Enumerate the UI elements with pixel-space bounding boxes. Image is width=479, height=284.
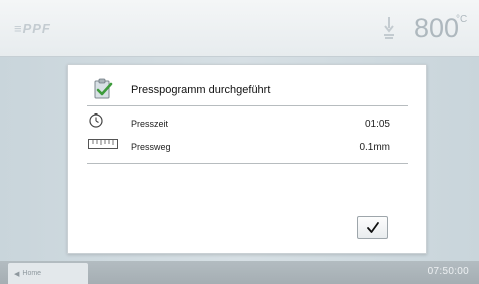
presszeit-value: 01:05 bbox=[364, 119, 390, 130]
checklist-success-icon bbox=[94, 78, 113, 99]
top-bar: ≡PPF 800 °C bbox=[0, 0, 479, 57]
temperature-value: 800 bbox=[414, 13, 460, 43]
temperature-unit: °C bbox=[456, 14, 468, 25]
checkmark-icon bbox=[366, 221, 379, 233]
logo: ≡PPF bbox=[14, 21, 51, 36]
dialog-title: Presspogramm durchgeführt bbox=[131, 84, 271, 96]
confirm-button[interactable] bbox=[357, 216, 388, 239]
furnace-temperature-icon bbox=[384, 17, 394, 39]
home-button[interactable]: ◀ Home bbox=[8, 263, 88, 284]
divider-bottom bbox=[87, 163, 408, 164]
home-label: Home bbox=[22, 270, 42, 277]
back-arrow-icon: ◀ bbox=[14, 270, 20, 278]
divider-top bbox=[87, 105, 408, 106]
ruler-icon bbox=[88, 139, 118, 149]
presszeit-label: Presszeit bbox=[131, 119, 169, 129]
stopwatch-icon bbox=[89, 113, 103, 128]
pressweg-label: Pressweg bbox=[131, 142, 171, 152]
pressweg-value: 0.1mm bbox=[359, 142, 390, 153]
clock: 07:50:00 bbox=[427, 266, 469, 277]
press-program-completed-dialog: Presspogramm durchgeführt Presszeit 01:0… bbox=[67, 64, 427, 254]
